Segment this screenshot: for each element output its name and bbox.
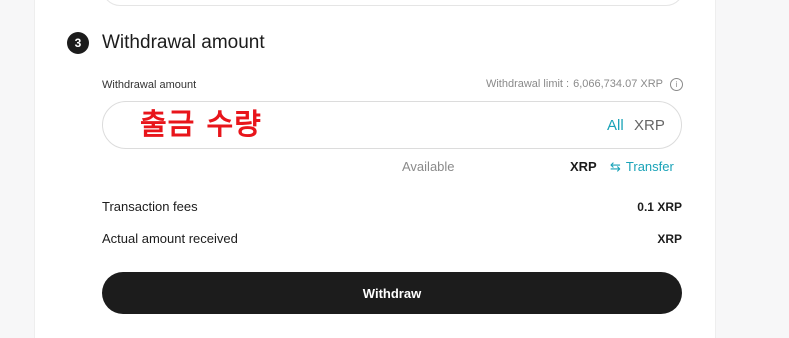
transfer-icon: ⇆	[610, 159, 621, 174]
transaction-fees-label: Transaction fees	[102, 199, 198, 214]
withdrawal-limit: Withdrawal limit : 6,066,734.07 XRP i	[486, 77, 683, 91]
withdrawal-amount-label: Withdrawal amount	[102, 79, 197, 91]
amount-placeholder-text: 출금 수량	[140, 107, 262, 141]
withdrawal-limit-value: 6,066,734.07 XRP	[573, 78, 663, 90]
actual-amount-value: XRP	[657, 232, 682, 246]
available-label: Available	[402, 159, 455, 174]
info-icon[interactable]: i	[670, 77, 683, 91]
withdrawal-limit-label: Withdrawal limit :	[485, 78, 570, 90]
available-unit: XRP	[570, 159, 597, 174]
transaction-fees-value: 0.1 XRP	[637, 200, 682, 214]
amount-unit: XRP	[634, 117, 665, 134]
step-title: Withdrawal amount	[102, 32, 265, 53]
previous-step-field[interactable]	[102, 0, 684, 6]
actual-amount-label: Actual amount received	[102, 231, 238, 246]
withdraw-button[interactable]: Withdraw	[102, 272, 682, 314]
step-number-badge: 3	[67, 32, 89, 54]
transfer-link[interactable]: ⇆ Transfer	[610, 159, 674, 175]
transfer-label: Transfer	[625, 159, 674, 174]
all-button[interactable]: All	[607, 117, 624, 135]
